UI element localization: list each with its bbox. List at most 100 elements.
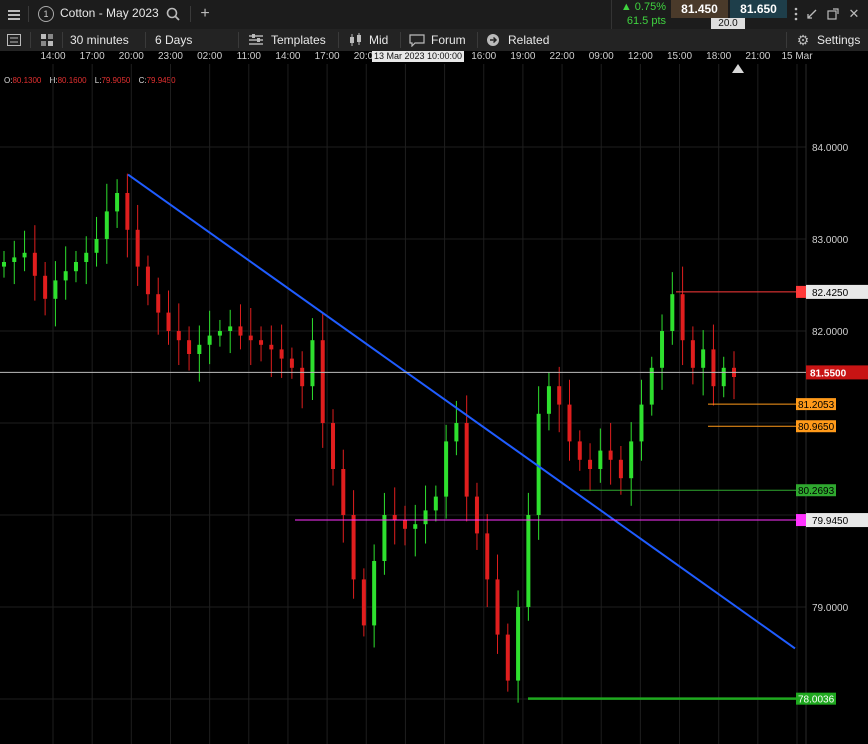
candle-body: [73, 262, 78, 272]
range-select[interactable]: 6 Days: [155, 29, 192, 51]
candle-body: [557, 386, 562, 405]
x-tick-label: 19:00: [510, 51, 536, 62]
candle-body: [197, 344, 202, 354]
x-tick-label: 15:00: [667, 51, 693, 62]
candle-body: [361, 579, 366, 626]
list-icon[interactable]: [0, 29, 28, 51]
candle-body: [145, 266, 150, 295]
y-tick-label: 79.0000: [812, 603, 849, 614]
candle-body: [104, 211, 109, 239]
candle-body: [474, 496, 479, 534]
candle-body: [402, 519, 407, 529]
instrument-header: 1 Cotton - May 2023 + ▲ 0.75% 61.5 pts 8…: [0, 0, 868, 30]
shrink-icon[interactable]: [804, 6, 820, 22]
candle-body: [485, 533, 490, 580]
candle-body: [248, 335, 253, 341]
candle-body: [63, 271, 68, 281]
x-tick-label: 18:00: [706, 51, 732, 62]
candle-body: [84, 252, 89, 262]
candle-body: [464, 423, 469, 497]
x-tick-label: 20:00: [118, 51, 144, 62]
candle-body: [176, 331, 181, 341]
x-tick-label: 17:00: [79, 51, 105, 62]
forum-icon: [408, 33, 426, 47]
candle-body: [454, 423, 459, 442]
level-value-label: 78.0036: [798, 695, 835, 706]
candle-body: [588, 459, 593, 469]
price-type-select[interactable]: Mid: [369, 29, 388, 51]
candle-body: [115, 193, 120, 212]
add-tab-icon[interactable]: +: [196, 5, 214, 23]
x-tick-label: 14:00: [275, 51, 301, 62]
x-tick-label: 16:00: [471, 51, 497, 62]
candle-body: [187, 340, 192, 354]
up-arrow-icon: ▲: [620, 1, 632, 13]
candle-body: [32, 252, 37, 276]
candle-body: [546, 386, 551, 414]
trendline: [127, 173, 796, 650]
candle-body: [701, 349, 706, 368]
instrument-title[interactable]: Cotton - May 2023: [60, 6, 159, 20]
candle-body: [516, 607, 521, 681]
level-value-label: 81.2053: [798, 400, 835, 411]
candle-body: [690, 340, 695, 368]
divider: [477, 32, 478, 48]
candle-body: [495, 579, 500, 635]
candle-body: [598, 450, 603, 469]
related-icon: [485, 33, 501, 47]
divider: [145, 32, 146, 48]
y-tick-label: 84.0000: [812, 143, 849, 154]
settings-gear-icon: ⚙: [796, 31, 810, 48]
candle-body: [228, 326, 233, 331]
divider: [786, 32, 787, 48]
x-tick-label: 15 Mar: [781, 51, 813, 62]
candle-body: [94, 239, 99, 253]
more-icon[interactable]: [788, 6, 804, 22]
candle-body: [207, 335, 212, 345]
layout-grid-icon[interactable]: [36, 29, 58, 51]
instrument-number-badge: 1: [38, 6, 54, 22]
close-icon[interactable]: ✕: [846, 6, 862, 22]
settings-button[interactable]: Settings: [817, 29, 860, 51]
candle-body: [639, 404, 644, 442]
y-tick-label: 83.0000: [812, 235, 849, 246]
candle-body: [567, 404, 572, 442]
candle-body: [618, 459, 623, 479]
level-value-label: 79.9450: [812, 516, 849, 527]
candle-body: [135, 229, 140, 267]
popout-icon[interactable]: [825, 6, 841, 22]
level-tag: [796, 514, 806, 527]
templates-button[interactable]: Templates: [271, 29, 326, 51]
candle-body: [505, 634, 510, 681]
candle-body: [608, 450, 613, 460]
candle-body: [2, 262, 6, 267]
crosshair-time-label: 13 Mar 2023 10:00:00: [372, 51, 465, 62]
buy-price-button[interactable]: 81.650: [730, 0, 787, 18]
candle-body: [680, 294, 685, 341]
candle-body: [22, 252, 27, 258]
candle-body: [300, 367, 305, 387]
candle-body: [711, 349, 716, 387]
related-button[interactable]: Related: [508, 29, 549, 51]
candle-body: [217, 331, 222, 336]
candle-body: [341, 469, 346, 515]
price-chart[interactable]: 84.0000 83.0000 82.0000 79.0000 81.5500 82.42…: [0, 64, 868, 744]
chart-toolbar: 30 minutes 6 Days Templates Mid Forum Re…: [0, 29, 868, 52]
divider: [30, 32, 31, 48]
candle-body: [289, 358, 294, 368]
sell-price-button[interactable]: 81.450: [671, 0, 728, 18]
candle-body: [125, 193, 130, 230]
x-tick-label: 02:00: [197, 51, 223, 62]
forum-button[interactable]: Forum: [431, 29, 466, 51]
candle-body: [166, 312, 171, 331]
search-icon[interactable]: [164, 5, 182, 23]
candle-body: [649, 367, 654, 405]
candle-body: [53, 280, 58, 299]
candle-body: [392, 515, 397, 520]
interval-select[interactable]: 30 minutes: [70, 29, 129, 51]
level-tag: [796, 285, 806, 298]
menu-icon[interactable]: [0, 0, 28, 29]
divider: [190, 6, 191, 22]
templates-icon: [248, 33, 264, 47]
x-tick-label: 17:00: [314, 51, 340, 62]
